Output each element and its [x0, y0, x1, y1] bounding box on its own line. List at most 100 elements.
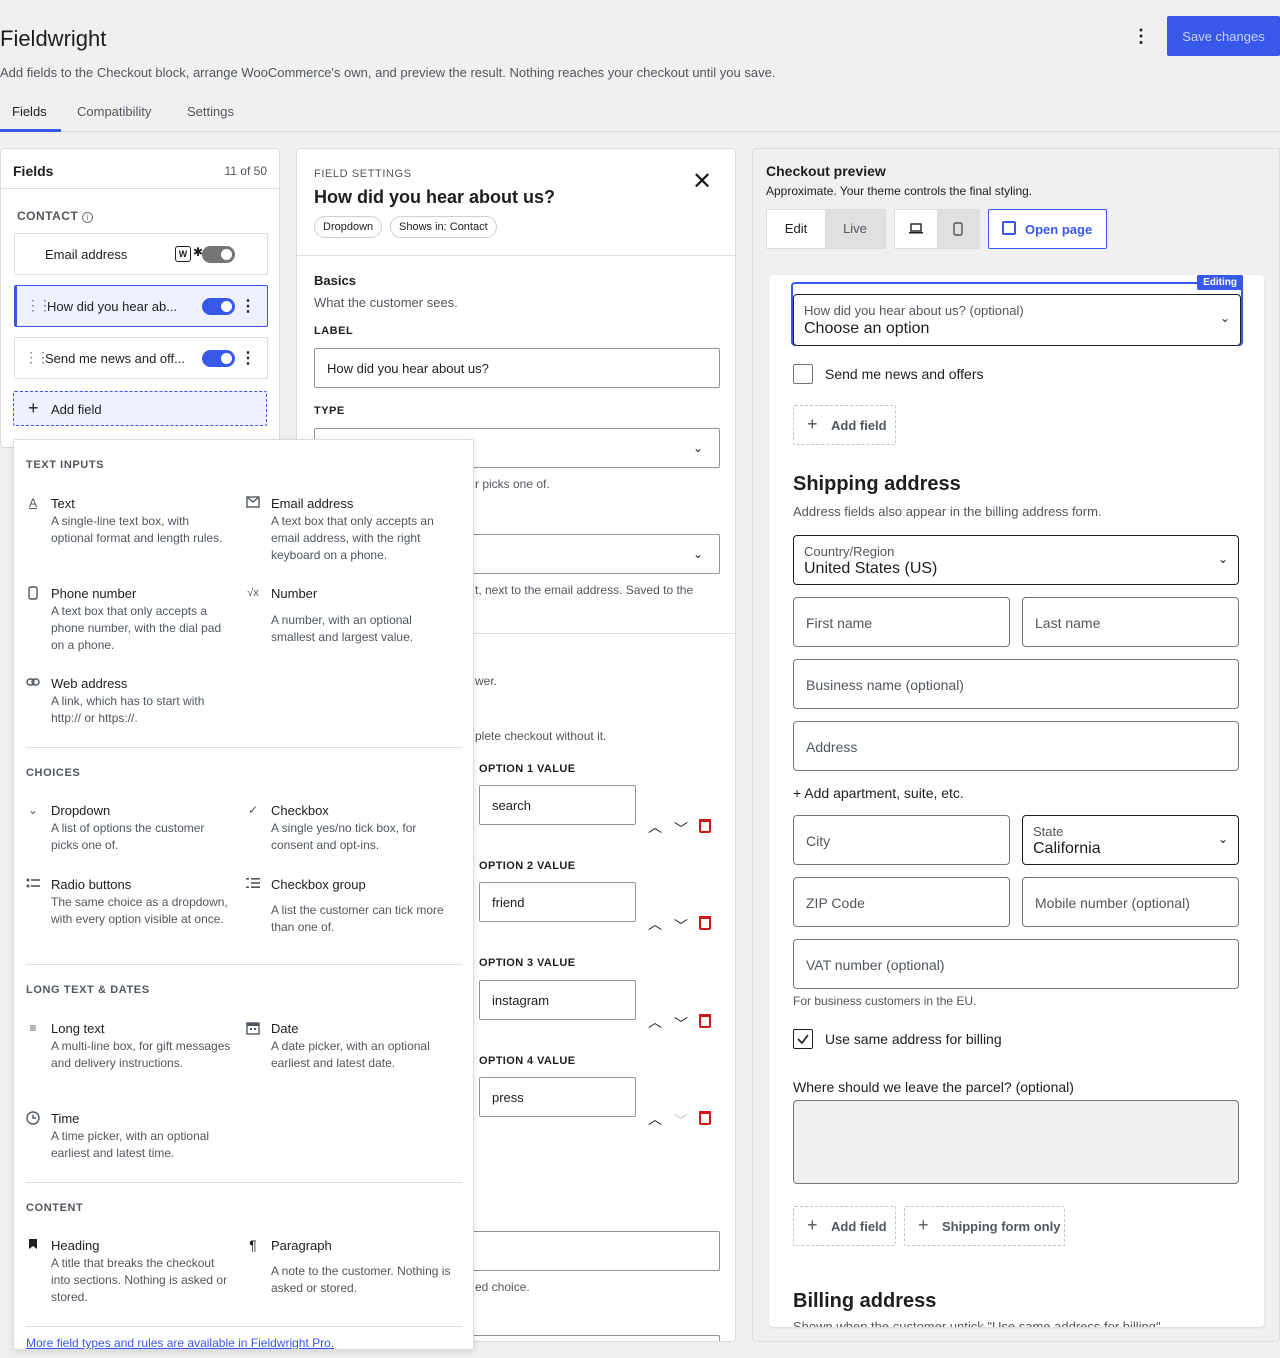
option-value-input[interactable]: press — [479, 1077, 636, 1117]
preview-zip-input[interactable]: ZIP Code — [793, 877, 1010, 927]
option-value-input[interactable]: friend — [479, 882, 636, 922]
radio-list-icon — [26, 877, 40, 891]
menu-item-desc: A multi-line box, for gift messages and … — [51, 1039, 231, 1070]
trash-icon[interactable] — [699, 1014, 711, 1031]
row-menu-icon[interactable]: ⋮ — [240, 296, 256, 316]
select-label: Country/Region — [804, 544, 895, 559]
plus-icon: + — [28, 398, 39, 418]
menu-section-text-inputs: TEXT INPUTS — [26, 459, 105, 471]
close-icon[interactable]: ✕ — [691, 170, 713, 194]
menu-item-desc: A note to the customer. Nothing is asked… — [271, 1264, 451, 1295]
placeholder: Mobile number (optional) — [1035, 895, 1190, 911]
preview-hear-select[interactable]: How did you hear about us? (optional) Ch… — [793, 294, 1241, 346]
menu-item-title: Paragraph — [271, 1238, 332, 1253]
preview-state-select[interactable]: State California ⌄ — [1022, 815, 1239, 865]
field-row-send-news[interactable]: ⋮⋮ Send me news and off... ⋮ — [14, 337, 268, 379]
preview-shipping-only-button[interactable]: + Shipping form only — [904, 1206, 1065, 1246]
mode-edit-button[interactable]: Edit — [767, 210, 825, 248]
row-menu-icon[interactable]: ⋮ — [240, 348, 256, 368]
preview-last-name-input[interactable]: Last name — [1022, 597, 1239, 647]
tab-settings[interactable]: Settings — [187, 104, 234, 119]
field-row-email[interactable]: Email address W ✱ — [14, 233, 268, 275]
pro-upgrade-link[interactable]: More field types and rules are available… — [26, 1336, 334, 1349]
chevron-down-icon[interactable]: ﹀ — [674, 819, 688, 839]
chevron-down-icon: ⌄ — [27, 803, 39, 817]
field-toggle[interactable] — [202, 350, 235, 367]
add-field-button[interactable]: + Add field — [13, 391, 267, 426]
preview-parcel-textarea[interactable] — [793, 1100, 1239, 1184]
field-toggle[interactable] — [202, 246, 235, 263]
chevron-up-icon[interactable]: ︿ — [648, 1012, 662, 1032]
number-icon: √x — [247, 587, 259, 599]
field-toggle[interactable] — [202, 298, 235, 315]
mobile-view-button[interactable] — [937, 210, 979, 248]
preview-city-input[interactable]: City — [793, 815, 1010, 865]
preview-add-field-button[interactable]: + Add field — [793, 405, 896, 445]
shipping-heading: Shipping address — [793, 473, 961, 495]
menu-item-desc: A list the customer can tick more than o… — [271, 903, 444, 934]
field-row-how-did-you-hear[interactable]: ⋮⋮ How did you hear ab... ⋮ — [14, 285, 268, 327]
page-title: Fieldwright — [0, 26, 107, 51]
clock-icon — [26, 1111, 40, 1125]
menu-section-choices: CHOICES — [26, 767, 81, 779]
fields-count: 11 of 50 — [224, 164, 267, 178]
menu-section-long-text-dates: LONG TEXT & DATES — [26, 984, 150, 996]
more-options-button[interactable]: ⋮ — [1132, 24, 1150, 48]
parcel-label: Where should we leave the parcel? (optio… — [793, 1079, 1074, 1095]
preview-address-input[interactable]: Address — [793, 721, 1239, 771]
active-tab-indicator — [0, 129, 61, 132]
preview-first-name-input[interactable]: First name — [793, 597, 1010, 647]
preview-news-label: Send me news and offers — [825, 366, 984, 382]
option-value-input[interactable]: instagram — [479, 980, 636, 1020]
field-row-label: Send me news and off... — [45, 351, 185, 366]
add-apartment-link[interactable]: + Add apartment, suite, etc. — [793, 785, 964, 801]
open-page-button[interactable]: Open page — [988, 209, 1107, 249]
text-icon: A — [28, 496, 37, 510]
preview-vat-input[interactable]: VAT number (optional) — [793, 939, 1239, 989]
chevron-up-icon[interactable]: ︿ — [648, 817, 662, 837]
same-billing-label: Use same address for billing — [825, 1031, 1002, 1047]
tab-bar: Fields Compatibility Settings — [0, 92, 1280, 132]
trash-icon[interactable] — [699, 1111, 711, 1128]
chevron-down-icon: ﹀ — [674, 1113, 688, 1129]
menu-item-desc: A single-line text box, with optional fo… — [51, 514, 223, 545]
save-changes-button[interactable]: Save changes — [1167, 16, 1280, 56]
chevron-up-icon[interactable]: ︿ — [648, 914, 662, 934]
menu-item-title: Time — [51, 1111, 80, 1126]
menu-item-desc: A date picker, with an optional earliest… — [271, 1039, 430, 1070]
preview-news-checkbox[interactable] — [793, 364, 813, 384]
open-page-label: Open page — [1025, 222, 1093, 237]
phone-icon — [953, 222, 963, 236]
chevron-down-icon: ⌄ — [692, 547, 703, 561]
fields-panel-header: Fields 11 of 50 — [1, 149, 279, 189]
trash-icon[interactable] — [699, 819, 711, 836]
preview-same-billing-checkbox[interactable] — [793, 1029, 813, 1049]
desktop-view-button[interactable] — [895, 210, 937, 248]
select-label: How did you hear about us? (optional) — [804, 303, 1024, 318]
plus-icon: + — [807, 414, 818, 434]
menu-item-desc: A text box that only accepts an email ad… — [271, 514, 434, 562]
info-icon[interactable]: i — [82, 212, 94, 223]
option-value-input[interactable]: search — [479, 785, 636, 825]
checkout-canvas: Editing How did you hear about us? (opti… — [769, 275, 1264, 1327]
preview-add-field-button-shipping[interactable]: + Add field — [793, 1206, 896, 1246]
mode-live-button[interactable]: Live — [825, 210, 885, 248]
answer-help-text: wer. — [475, 674, 498, 688]
required-help-text: plete checkout without it. — [475, 729, 607, 743]
label-input[interactable]: How did you hear about us? — [314, 348, 720, 388]
preview-business-input[interactable]: Business name (optional) — [793, 659, 1239, 709]
tab-fields[interactable]: Fields — [12, 104, 47, 119]
trash-icon[interactable] — [699, 916, 711, 933]
chevron-down-icon[interactable]: ﹀ — [674, 916, 688, 936]
preview-mobile-input[interactable]: Mobile number (optional) — [1022, 877, 1239, 927]
divider — [297, 255, 735, 256]
select-value: Choose an option — [804, 320, 930, 337]
chevron-down-icon[interactable]: ﹀ — [674, 1014, 688, 1034]
menu-item-title: Heading — [51, 1238, 100, 1253]
menu-divider — [26, 964, 462, 965]
device-toggle — [894, 209, 980, 249]
preview-country-select[interactable]: Country/Region United States (US) ⌄ — [793, 535, 1239, 585]
chevron-up-icon[interactable]: ︿ — [648, 1109, 662, 1129]
tab-compatibility[interactable]: Compatibility — [77, 104, 151, 119]
menu-item-title: Number — [271, 586, 318, 601]
